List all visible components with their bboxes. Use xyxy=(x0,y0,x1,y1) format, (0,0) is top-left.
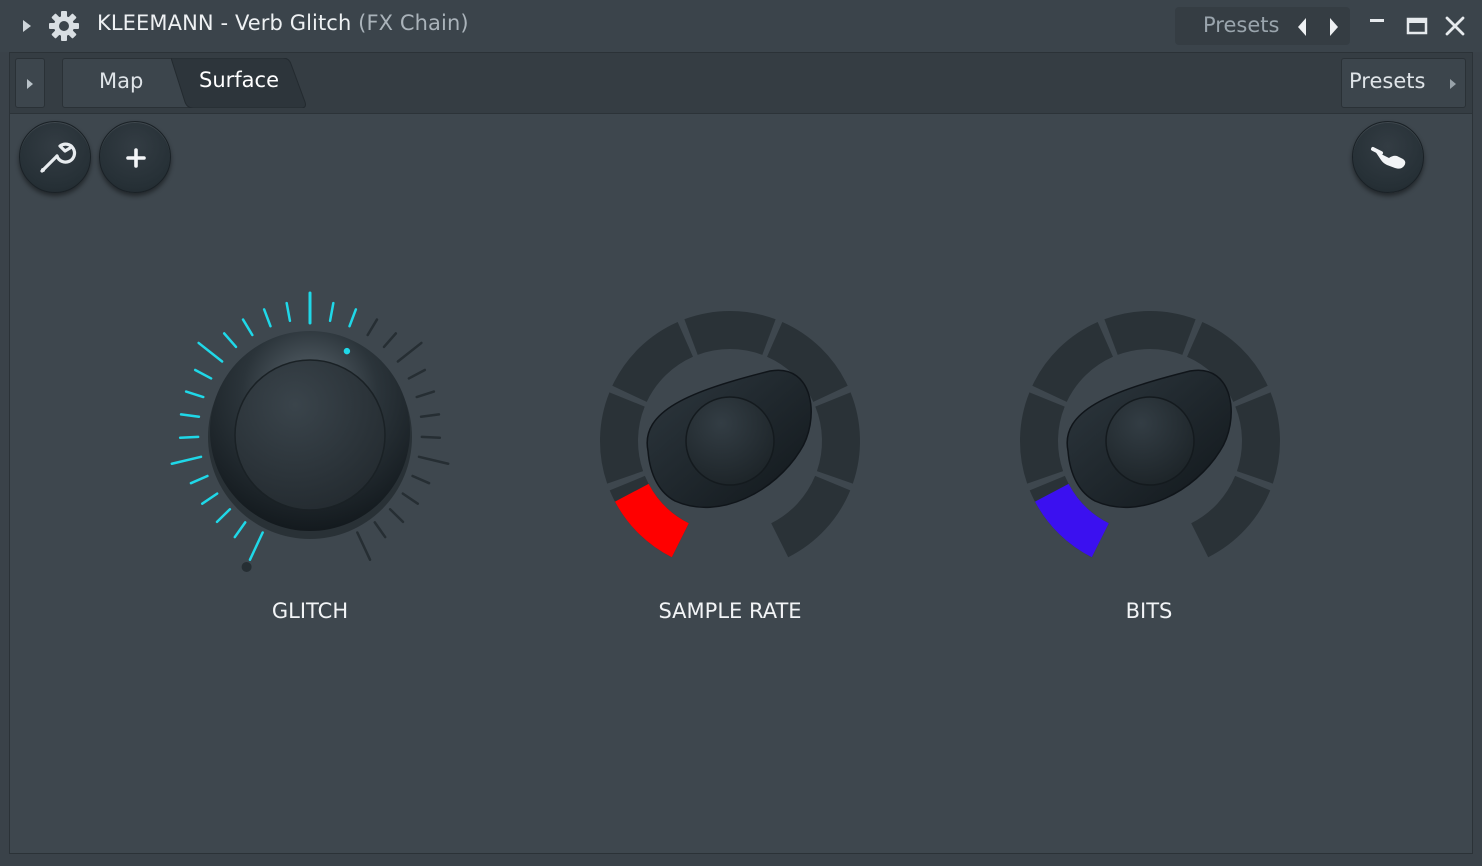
glitch-knob-tick xyxy=(382,332,398,349)
expand-arrow-icon[interactable] xyxy=(18,14,36,38)
glitch-knob-tick xyxy=(417,455,450,465)
sample-rate-knob-cap xyxy=(685,396,775,486)
glitch-knob-tick xyxy=(197,341,224,363)
close-icon[interactable] xyxy=(1441,12,1469,40)
glitch-knob-tick xyxy=(373,521,387,539)
knob-area xyxy=(170,291,1281,572)
bits-knob-track-segment xyxy=(1032,322,1113,402)
glitch-knob-tick xyxy=(366,318,379,337)
sample-rate-knob-track-segment xyxy=(815,392,861,484)
next-preset-icon[interactable] xyxy=(1323,16,1343,38)
bits-knob-track-segment xyxy=(1235,392,1281,484)
glitch-knob-tick xyxy=(178,435,200,440)
glitch-knob-tick xyxy=(388,508,405,524)
glitch-knob-tick xyxy=(233,521,247,539)
glitch-knob-tick xyxy=(262,308,272,328)
title-bar: KLEEMANN - Verb Glitch (FX Chain) Preset… xyxy=(0,0,1482,52)
surface-panel: Map Surface Presets GLITCH SAMPLE RATE B… xyxy=(9,52,1473,854)
glitch-knob-cap xyxy=(234,359,386,511)
title-presets-box[interactable]: Presets xyxy=(1175,7,1350,45)
bits-knob-label: BITS xyxy=(1125,599,1173,623)
title-presets-label[interactable]: Presets xyxy=(1203,13,1279,37)
gear-icon[interactable] xyxy=(48,10,80,42)
bits-knob-track-segment xyxy=(1191,475,1271,558)
glitch-knob-start-dot xyxy=(241,561,252,572)
minimize-icon[interactable] xyxy=(1366,10,1390,34)
glitch-knob-indicator xyxy=(343,347,351,355)
glitch-knob-tick xyxy=(328,301,335,323)
glitch-knob-tick xyxy=(222,332,238,349)
glitch-knob-tick xyxy=(189,474,209,485)
bits-knob-track-segment xyxy=(1020,392,1065,484)
glitch-knob-label: GLITCH xyxy=(271,599,349,623)
glitch-knob-tick xyxy=(285,301,292,323)
glitch-knob-tick xyxy=(407,368,427,380)
glitch-knob-tick xyxy=(419,413,441,418)
glitch-knob-tick xyxy=(248,531,264,561)
bits-knob-cap xyxy=(1105,396,1195,486)
previous-preset-icon[interactable] xyxy=(1293,16,1313,38)
glitch-knob-tick xyxy=(356,531,372,561)
sample-rate-knob-label: SAMPLE RATE xyxy=(658,599,802,623)
glitch-knob-tick xyxy=(184,390,205,399)
glitch-knob-tick xyxy=(200,492,219,505)
glitch-knob-tick xyxy=(215,508,232,524)
glitch-knob-tick xyxy=(420,435,442,440)
window-title-text: KLEEMANN - Verb Glitch xyxy=(97,11,352,35)
bits-knob-track-segment xyxy=(1104,310,1196,355)
glitch-knob-tick xyxy=(401,492,420,505)
glitch-knob-tick xyxy=(396,341,423,363)
window-subtitle: (FX Chain) xyxy=(358,11,469,35)
glitch-knob-tick xyxy=(411,474,431,485)
glitch-knob-tick xyxy=(415,390,436,399)
sample-rate-knob-track-segment xyxy=(612,322,693,402)
sample-rate-knob-track-segment xyxy=(771,475,851,558)
glitch-knob-tick xyxy=(170,455,203,465)
maximize-icon[interactable] xyxy=(1403,12,1431,40)
glitch-knob-tick xyxy=(348,308,358,328)
glitch-knob-tick xyxy=(193,368,213,380)
glitch-knob-tick xyxy=(179,413,201,418)
sample-rate-knob-track-segment xyxy=(600,392,645,484)
window-title: KLEEMANN - Verb Glitch (FX Chain) xyxy=(97,11,469,35)
sample-rate-knob-track-segment xyxy=(684,311,776,355)
glitch-knob-tick xyxy=(241,318,254,337)
